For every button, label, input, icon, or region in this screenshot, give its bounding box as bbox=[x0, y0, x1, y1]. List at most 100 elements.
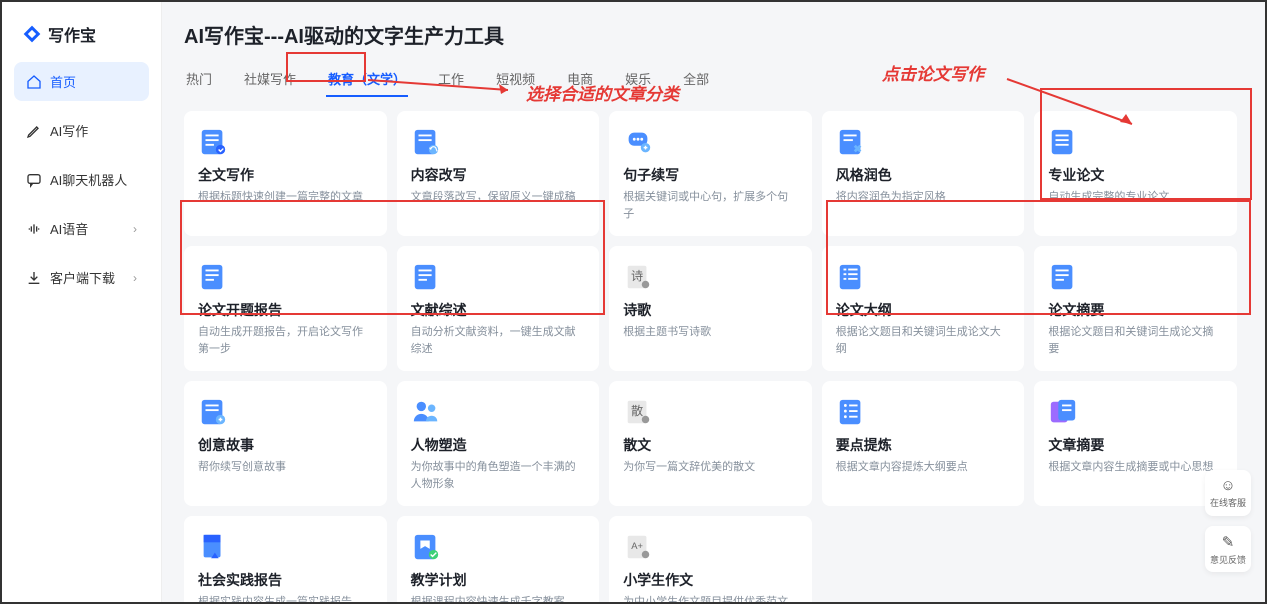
card-proposal[interactable]: 论文开题报告自动生成开题报告，开启论文写作第一步 bbox=[184, 246, 387, 371]
outline-icon bbox=[836, 262, 866, 292]
card-desc: 文章段落改写，保留原义一键成稿 bbox=[411, 189, 586, 206]
feedback-label: 意见反馈 bbox=[1210, 553, 1246, 566]
nav-download[interactable]: 客户端下载 › bbox=[14, 258, 149, 297]
tab-ecommerce[interactable]: 电商 bbox=[565, 65, 595, 96]
card-fulltext[interactable]: 全文写作根据标题快速创建一篇完整的文章 bbox=[184, 111, 387, 236]
card-polish[interactable]: 风格润色将内容润色为指定风格 bbox=[822, 111, 1025, 236]
chevron-right-icon: › bbox=[133, 222, 137, 236]
card-title: 诗歌 bbox=[623, 300, 798, 320]
card-keypoints[interactable]: 要点提炼根据文章内容提炼大纲要点 bbox=[822, 381, 1025, 506]
logo: 写作宝 bbox=[14, 16, 149, 52]
card-desc: 根据论文题目和关键词生成论文大纲 bbox=[836, 324, 1011, 357]
card-thesis[interactable]: 专业论文自动生成完整的专业论文 bbox=[1034, 111, 1237, 236]
card-desc: 根据标题快速创建一篇完整的文章 bbox=[198, 189, 373, 206]
card-outline[interactable]: 论文大纲根据论文题目和关键词生成论文大纲 bbox=[822, 246, 1025, 371]
prose-icon: 散 bbox=[623, 397, 653, 427]
card-desc: 自动分析文献资料，一键生成文献综述 bbox=[411, 324, 586, 357]
essay-icon: A+ bbox=[623, 532, 653, 562]
card-desc: 帮你续写创意故事 bbox=[198, 459, 373, 476]
card-title: 论文开题报告 bbox=[198, 300, 373, 320]
nav-label: AI语音 bbox=[50, 219, 88, 238]
card-desc: 根据文章内容生成摘要或中心思想 bbox=[1048, 459, 1223, 476]
card-title: 创意故事 bbox=[198, 435, 373, 455]
card-rewrite[interactable]: 内容改写文章段落改写，保留原义一键成稿 bbox=[397, 111, 600, 236]
page-title: AI写作宝---AI驱动的文字生产力工具 bbox=[184, 20, 1237, 49]
continue-icon bbox=[623, 127, 653, 157]
home-icon bbox=[26, 74, 42, 90]
nav-aiwrite[interactable]: AI写作 bbox=[14, 111, 149, 150]
card-title: 文献综述 bbox=[411, 300, 586, 320]
card-prose[interactable]: 散散文为你写一篇文辞优美的散文 bbox=[609, 381, 812, 506]
tab-education[interactable]: 教育（文学） bbox=[326, 65, 408, 96]
card-abstract[interactable]: 论文摘要根据论文题目和关键词生成论文摘要 bbox=[1034, 246, 1237, 371]
card-character[interactable]: 人物塑造为你故事中的角色塑造一个丰满的人物形象 bbox=[397, 381, 600, 506]
chat-icon bbox=[26, 172, 42, 188]
card-title: 风格润色 bbox=[836, 165, 1011, 185]
card-grid: 全文写作根据标题快速创建一篇完整的文章 内容改写文章段落改写，保留原义一键成稿 … bbox=[184, 111, 1237, 602]
card-title: 内容改写 bbox=[411, 165, 586, 185]
feedback-icon: ✎ bbox=[1222, 533, 1235, 551]
tab-social[interactable]: 社媒写作 bbox=[242, 65, 298, 96]
card-desc: 为中小学生作文题目提供优秀范文 bbox=[623, 594, 798, 602]
main-content: AI写作宝---AI驱动的文字生产力工具 热门 社媒写作 教育（文学） 工作 短… bbox=[162, 2, 1265, 602]
card-title: 社会实践报告 bbox=[198, 570, 373, 590]
proposal-icon bbox=[198, 262, 228, 292]
support-button[interactable]: ☺ 在线客服 bbox=[1205, 470, 1251, 516]
card-title: 散文 bbox=[623, 435, 798, 455]
pen-icon bbox=[26, 123, 42, 139]
card-desc: 自动生成完整的专业论文 bbox=[1048, 189, 1223, 206]
card-desc: 将内容润色为指定风格 bbox=[836, 189, 1011, 206]
teachplan-icon bbox=[411, 532, 441, 562]
nav-aivoice[interactable]: AI语音 › bbox=[14, 209, 149, 248]
keypoints-icon bbox=[836, 397, 866, 427]
float-buttons: ☺ 在线客服 ✎ 意见反馈 bbox=[1205, 470, 1251, 572]
card-title: 要点提炼 bbox=[836, 435, 1011, 455]
tab-hot[interactable]: 热门 bbox=[184, 65, 214, 96]
tab-entertainment[interactable]: 娱乐 bbox=[623, 65, 653, 96]
card-title: 全文写作 bbox=[198, 165, 373, 185]
support-label: 在线客服 bbox=[1210, 496, 1246, 509]
nav-label: AI聊天机器人 bbox=[50, 170, 127, 189]
card-desc: 根据课程内容快速生成千字教案 bbox=[411, 594, 586, 602]
thesis-icon bbox=[1048, 127, 1078, 157]
headset-icon: ☺ bbox=[1220, 477, 1235, 494]
svg-text:散: 散 bbox=[631, 403, 643, 418]
card-essay[interactable]: A+ 小学生作文为中小学生作文题目提供优秀范文 bbox=[609, 516, 812, 602]
card-desc: 根据关键词或中心句，扩展多个句子 bbox=[623, 189, 798, 222]
card-desc: 根据实践内容生成一篇实践报告 bbox=[198, 594, 373, 602]
card-teachplan[interactable]: 教学计划根据课程内容快速生成千字教案 bbox=[397, 516, 600, 602]
nav-home[interactable]: 首页 bbox=[14, 62, 149, 101]
audio-icon bbox=[26, 221, 42, 237]
card-title: 论文摘要 bbox=[1048, 300, 1223, 320]
sidebar: 写作宝 首页 AI写作 AI聊天机器人 AI语音 › 客户端下载 › bbox=[2, 2, 162, 602]
download-icon bbox=[26, 270, 42, 286]
card-title: 专业论文 bbox=[1048, 165, 1223, 185]
card-title: 论文大纲 bbox=[836, 300, 1011, 320]
tab-all[interactable]: 全部 bbox=[681, 65, 711, 96]
card-desc: 根据论文题目和关键词生成论文摘要 bbox=[1048, 324, 1223, 357]
card-desc: 根据主题书写诗歌 bbox=[623, 324, 798, 341]
nav-aichat[interactable]: AI聊天机器人 bbox=[14, 160, 149, 199]
card-desc: 为你故事中的角色塑造一个丰满的人物形象 bbox=[411, 459, 586, 492]
card-title: 文章摘要 bbox=[1048, 435, 1223, 455]
card-continue[interactable]: 句子续写根据关键词或中心句，扩展多个句子 bbox=[609, 111, 812, 236]
card-title: 小学生作文 bbox=[623, 570, 798, 590]
card-poem[interactable]: 诗诗歌根据主题书写诗歌 bbox=[609, 246, 812, 371]
card-practice[interactable]: 社会实践报告根据实践内容生成一篇实践报告 bbox=[184, 516, 387, 602]
poem-icon: 诗 bbox=[623, 262, 653, 292]
tab-work[interactable]: 工作 bbox=[436, 65, 466, 96]
card-review[interactable]: 文献综述自动分析文献资料，一键生成文献综述 bbox=[397, 246, 600, 371]
card-desc: 根据文章内容提炼大纲要点 bbox=[836, 459, 1011, 476]
category-tabs: 热门 社媒写作 教育（文学） 工作 短视频 电商 娱乐 全部 bbox=[184, 65, 1237, 97]
feedback-button[interactable]: ✎ 意见反馈 bbox=[1205, 526, 1251, 572]
logo-text: 写作宝 bbox=[48, 22, 96, 46]
review-icon bbox=[411, 262, 441, 292]
chevron-right-icon: › bbox=[133, 271, 137, 285]
practice-icon bbox=[198, 532, 228, 562]
rewrite-icon bbox=[411, 127, 441, 157]
tab-shortvideo[interactable]: 短视频 bbox=[494, 65, 537, 96]
logo-icon bbox=[22, 24, 42, 44]
story-icon bbox=[198, 397, 228, 427]
nav-label: 客户端下载 bbox=[50, 268, 115, 287]
card-story[interactable]: 创意故事帮你续写创意故事 bbox=[184, 381, 387, 506]
